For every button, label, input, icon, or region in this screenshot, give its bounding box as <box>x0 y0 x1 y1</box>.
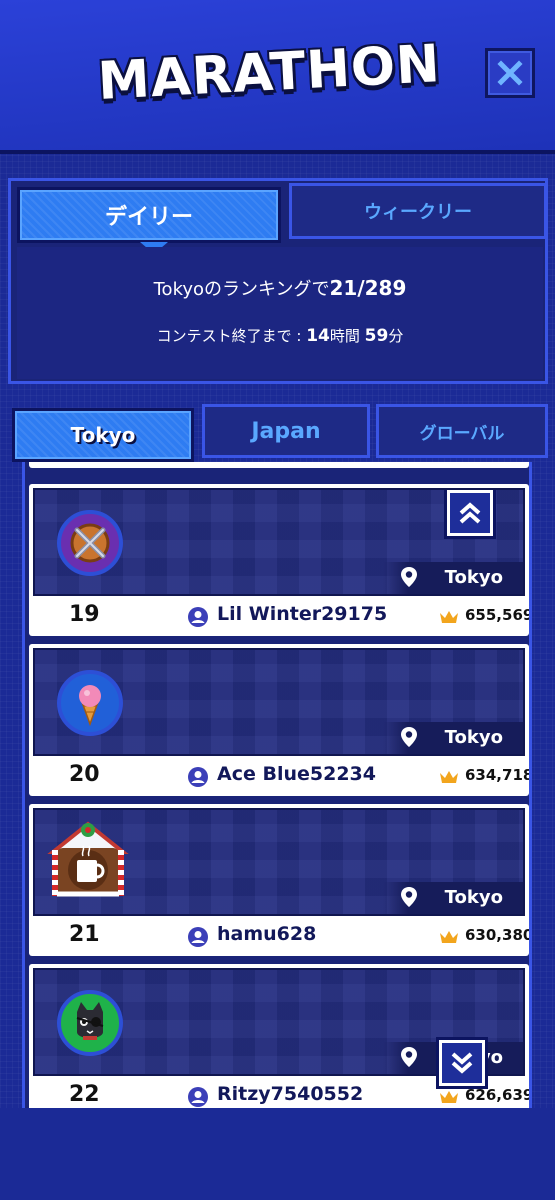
tab-tokyo-label: Tokyo <box>70 423 136 447</box>
time-remaining: コンテスト終了まで : 14時間 59分 <box>17 325 543 346</box>
tab-weekly-label: ウィークリー <box>364 202 472 223</box>
player-score: 630,380 <box>465 926 532 944</box>
location-pin-icon <box>401 727 417 747</box>
avatar <box>57 670 123 736</box>
player-score: 626,639 <box>465 1086 532 1104</box>
player-banner: Tokyo <box>33 648 525 756</box>
close-button[interactable] <box>485 48 535 98</box>
leaderboard-row[interactable]: Tokyo 22 Ritzy7540552 626,639 <box>29 964 529 1108</box>
time-prefix: コンテスト終了まで : <box>156 327 307 345</box>
time-hours-unit: 時間 <box>329 327 365 345</box>
avatar <box>57 990 123 1056</box>
contest-info: Tokyoのランキングで21/289 コンテスト終了まで : 14時間 59分 <box>17 247 543 379</box>
user-icon <box>188 927 208 947</box>
tab-daily[interactable]: デイリー <box>17 187 281 254</box>
user-icon <box>188 767 208 787</box>
crown-icon <box>440 931 458 943</box>
player-name: Ace Blue52234 <box>217 763 376 785</box>
crossed-swords-icon <box>70 523 110 563</box>
ranking-prefix: Tokyoのランキングで <box>153 279 330 300</box>
ranking-text: Tokyoのランキングで21/289 <box>17 275 543 301</box>
time-hours: 14 <box>306 326 330 346</box>
contest-panel: デイリー ウィークリー Tokyoのランキングで21/289 コンテスト終了まで… <box>8 178 548 384</box>
crown-icon <box>440 1091 458 1103</box>
header-divider <box>0 150 555 154</box>
header: MARATHON <box>0 0 555 150</box>
region-tabs: Tokyo Japan グローバル <box>8 404 548 462</box>
double-chevron-down-icon <box>451 1052 473 1074</box>
player-name: Lil Winter29175 <box>217 603 388 625</box>
tab-global[interactable]: グローバル <box>376 404 548 458</box>
page-title: MARATHON <box>96 34 443 112</box>
time-minutes-unit: 分 <box>388 327 404 345</box>
time-minutes: 59 <box>364 326 389 346</box>
player-name: Ritzy7540552 <box>217 1083 364 1105</box>
user-icon <box>188 607 208 627</box>
scroll-to-top-button[interactable] <box>447 490 493 536</box>
pirate-cat-icon <box>76 1002 104 1040</box>
avatar <box>57 510 123 576</box>
tab-japan[interactable]: Japan <box>202 404 370 458</box>
tab-global-label: グローバル <box>419 423 505 444</box>
ranking-value: 21/289 <box>329 276 407 300</box>
player-score: 655,569 <box>465 606 532 624</box>
user-icon <box>188 1087 208 1107</box>
avatar <box>43 812 133 902</box>
previous-card-edge <box>29 462 529 468</box>
crown-icon <box>440 771 458 783</box>
location-text: Tokyo <box>444 567 503 588</box>
rank-number: 19 <box>69 602 100 627</box>
crown-icon <box>440 611 458 623</box>
tab-daily-label: デイリー <box>104 205 193 230</box>
double-chevron-up-icon <box>459 502 481 524</box>
location-strip: Tokyo <box>383 882 523 914</box>
rank-number: 20 <box>69 762 100 787</box>
location-pin-icon <box>401 567 417 587</box>
scroll-to-bottom-button[interactable] <box>439 1040 485 1086</box>
location-strip: Tokyo <box>383 722 523 754</box>
player-info: 21 hamu628 630,380 <box>29 916 529 956</box>
location-text: Tokyo <box>444 887 503 908</box>
location-pin-icon <box>401 1047 417 1067</box>
leaderboard-row[interactable]: Tokyo 20 Ace Blue52234 634,718 <box>29 644 529 796</box>
tab-japan-label: Japan <box>251 418 321 444</box>
ice-cream-icon <box>79 685 101 727</box>
player-banner: Tokyo <box>33 808 525 916</box>
bottom-area <box>0 1108 555 1200</box>
location-pin-icon <box>401 887 417 907</box>
location-strip: Tokyo <box>383 562 523 594</box>
rank-number: 21 <box>69 922 100 947</box>
player-info: 20 Ace Blue52234 634,718 <box>29 756 529 796</box>
player-banner: Tokyo <box>33 488 525 596</box>
tab-tokyo[interactable]: Tokyo <box>12 408 194 462</box>
close-icon <box>497 60 523 86</box>
player-score: 634,718 <box>465 766 532 784</box>
player-name: hamu628 <box>217 923 317 945</box>
rank-number: 22 <box>69 1082 100 1107</box>
gingerbread-mug-icon <box>47 821 129 897</box>
leaderboard-row[interactable]: Tokyo 21 hamu628 630,380 <box>29 804 529 956</box>
leaderboard-list[interactable]: Tokyo 19 Lil Winter29175 655,569 Tokyo 2… <box>22 462 532 1108</box>
leaderboard-row[interactable]: Tokyo 19 Lil Winter29175 655,569 <box>29 484 529 636</box>
player-info: 19 Lil Winter29175 655,569 <box>29 596 529 636</box>
tab-weekly[interactable]: ウィークリー <box>289 183 547 239</box>
location-text: Tokyo <box>444 727 503 748</box>
